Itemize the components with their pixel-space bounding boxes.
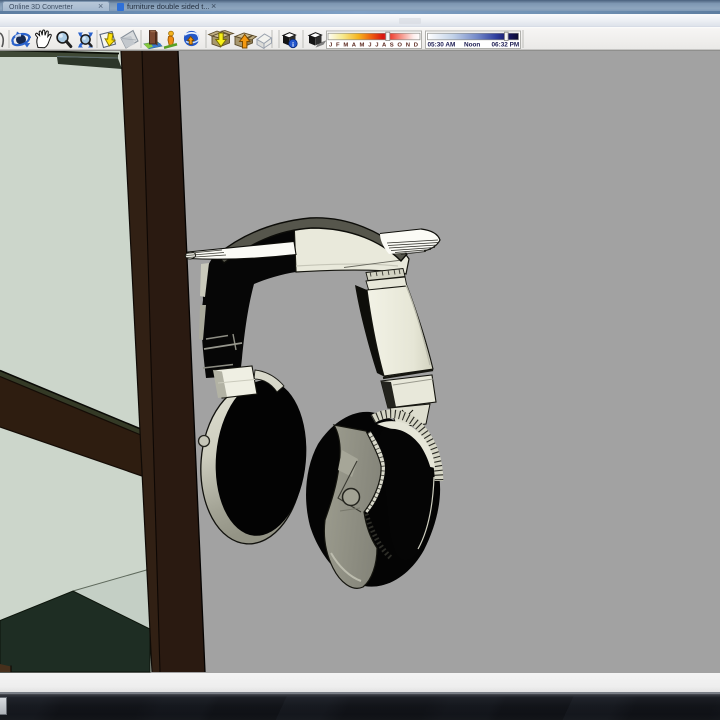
svg-text:J F M A M J J A S O N D: J F M A M J J A S O N D xyxy=(329,42,419,48)
svg-text:05:30 AM: 05:30 AM xyxy=(428,42,456,49)
svg-text:i: i xyxy=(292,41,294,48)
svg-text:06:32 PM: 06:32 PM xyxy=(492,42,520,49)
svg-text:Noon: Noon xyxy=(464,42,480,49)
